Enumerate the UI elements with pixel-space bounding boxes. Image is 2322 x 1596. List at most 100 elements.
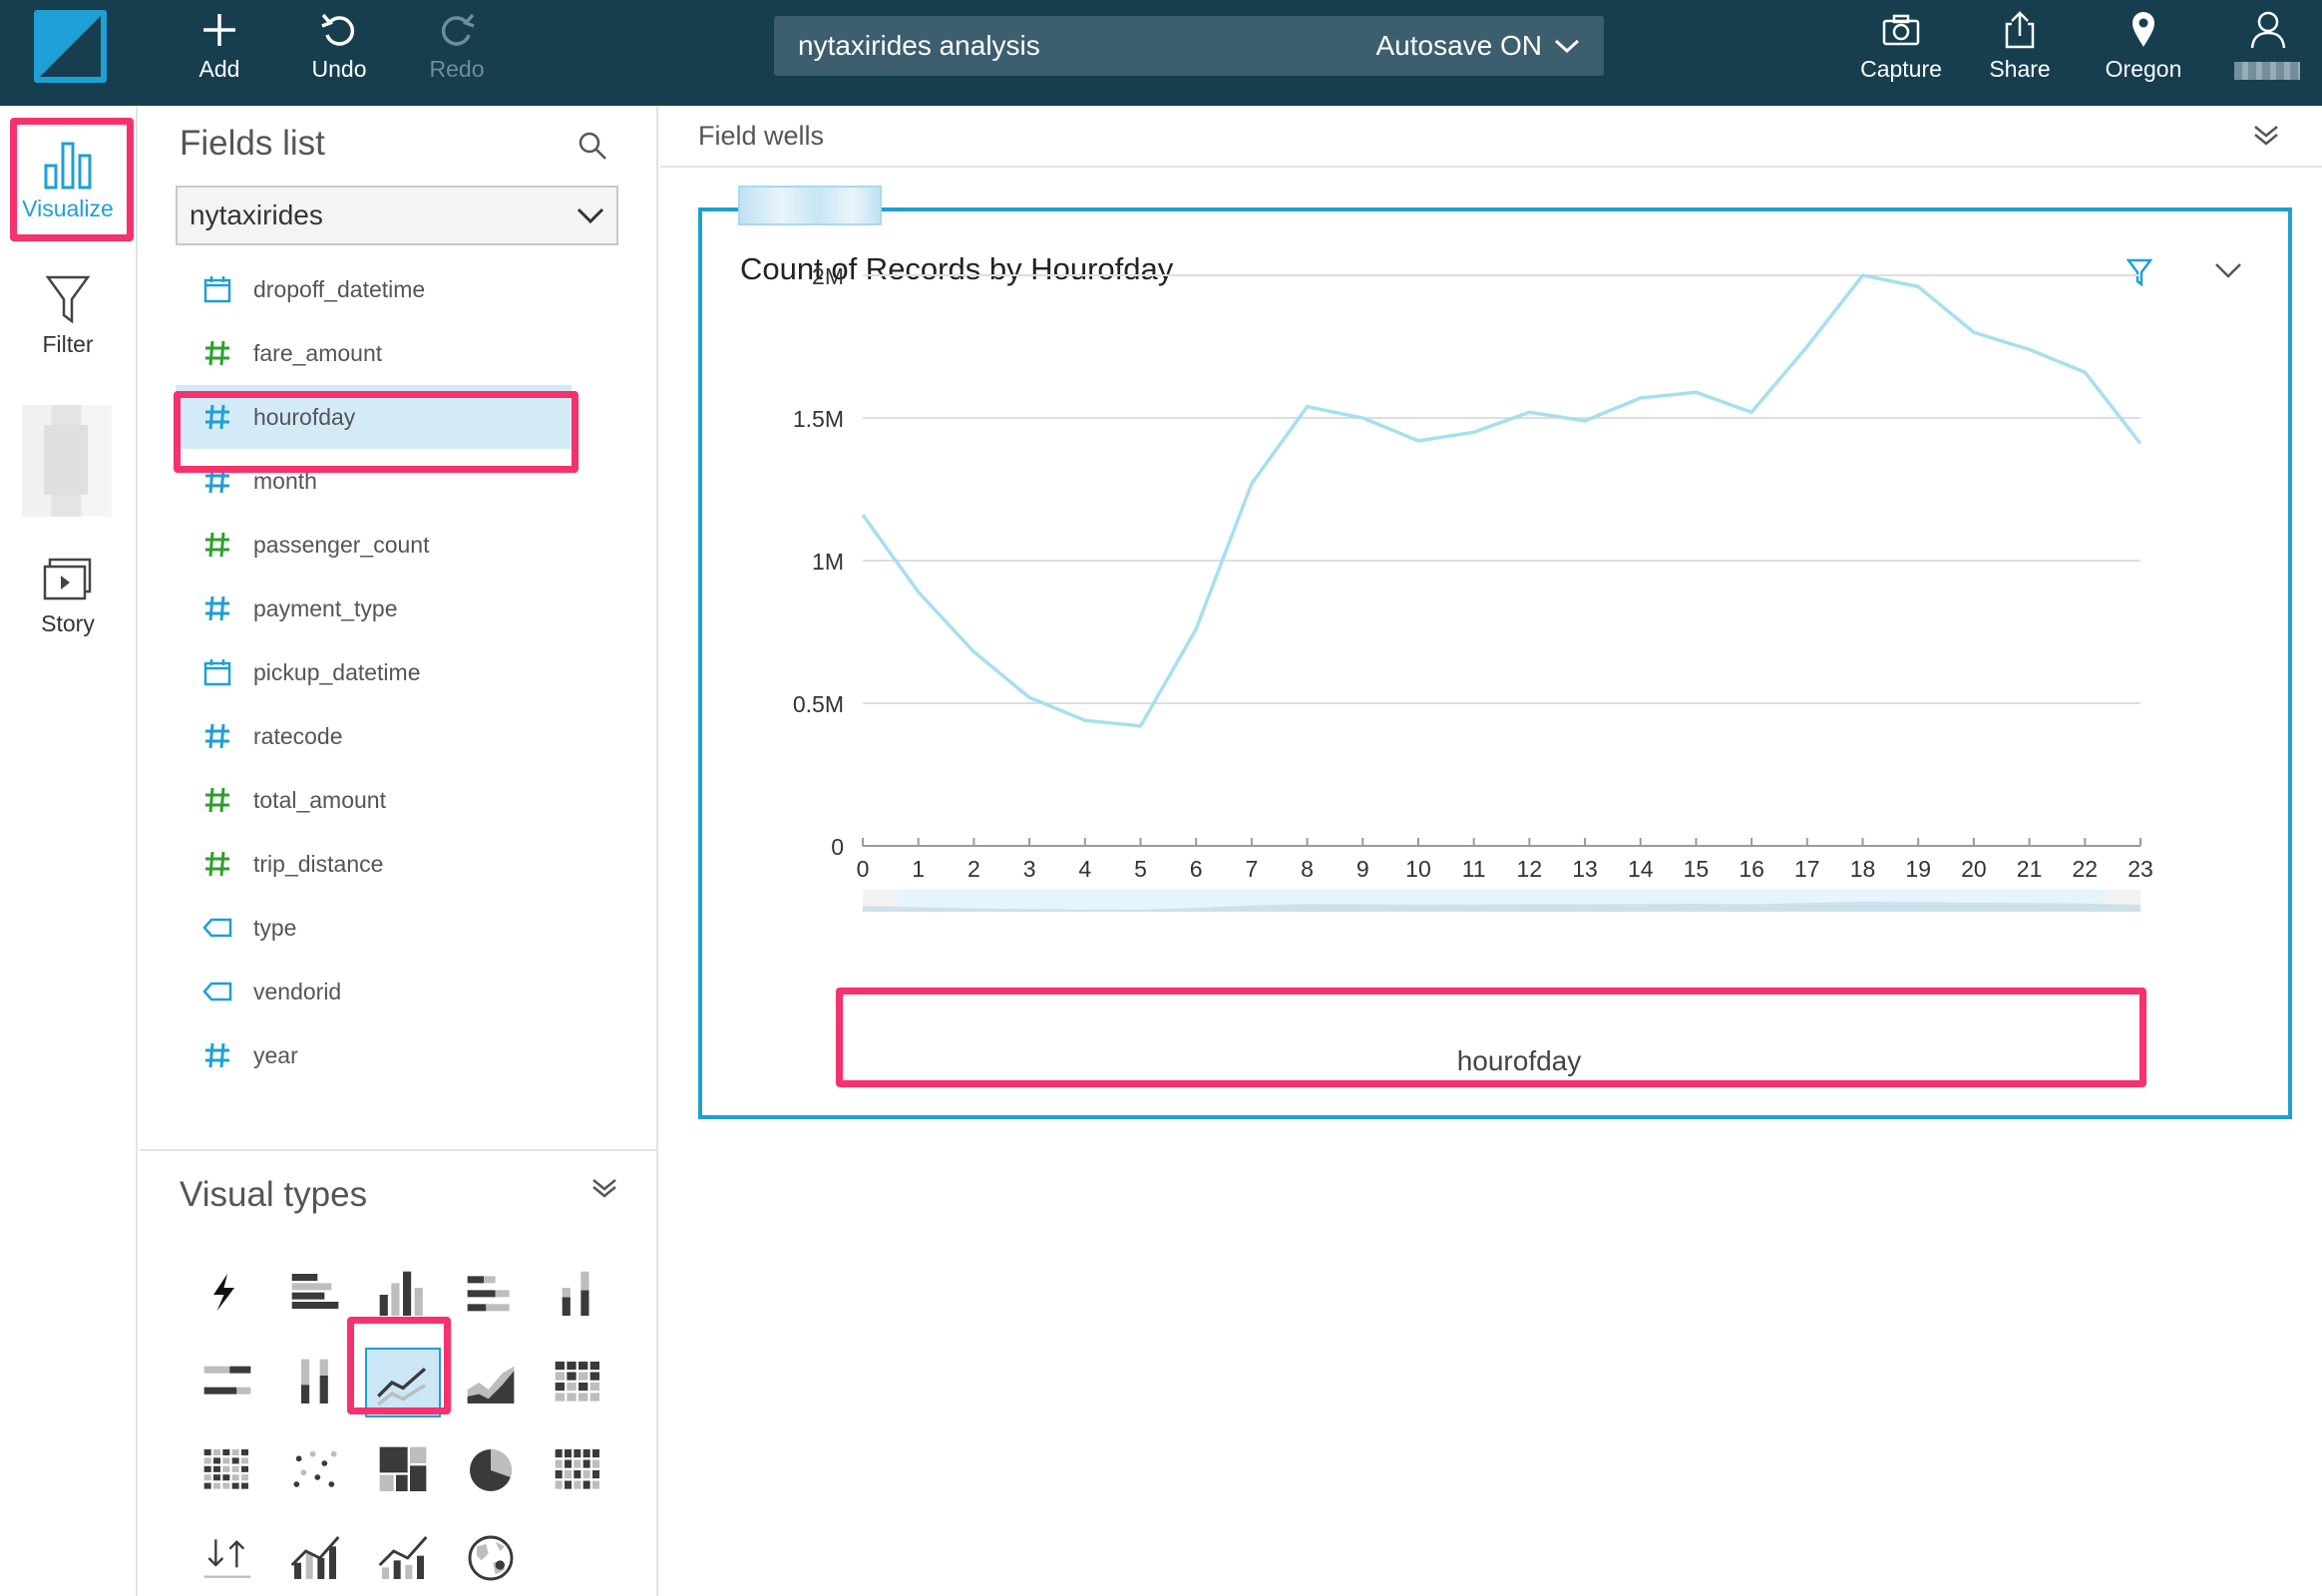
area-line-icon[interactable]: [447, 1339, 535, 1426]
hash-measure-icon: [199, 846, 235, 882]
x-tick-label: 20: [1961, 856, 1987, 882]
x-tick-label: 11: [1462, 856, 1486, 882]
heat-map-icon[interactable]: [184, 1426, 271, 1514]
redo-icon: [437, 8, 477, 52]
table-icon[interactable]: [535, 1426, 622, 1514]
hash-dimension-icon: [199, 718, 235, 754]
scatter-plot-icon[interactable]: [271, 1426, 359, 1514]
field-label: year: [253, 1041, 298, 1068]
field-item-dropoff-datetime[interactable]: dropoff_datetime: [176, 257, 575, 321]
visualize-label: Visualize: [22, 196, 114, 221]
field-item-trip-distance[interactable]: trip_distance: [176, 832, 575, 896]
analysis-title-bar[interactable]: nytaxirides analysis Autosave ON: [774, 16, 1604, 76]
x-axis-title: hourofday: [1456, 1045, 1582, 1076]
add-button[interactable]: Add: [170, 8, 269, 88]
add-label: Add: [198, 56, 240, 82]
y-tick-label: 1.5M: [793, 406, 844, 432]
visual-card[interactable]: Count of Records by Hourofday 0 0.5M 1M 1.5…: [698, 207, 2292, 1119]
location-pin-icon: [2129, 8, 2157, 52]
x-tick-label: 15: [1684, 856, 1710, 882]
field-list: dropoff_datetime fare_amount hourofday mont…: [176, 257, 575, 1087]
visual-tab-redacted: [738, 186, 882, 225]
x-tick-label: 3: [1023, 856, 1036, 882]
pivot-table-icon[interactable]: [535, 1339, 622, 1426]
field-label: month: [253, 467, 317, 494]
share-button[interactable]: Share: [1970, 8, 2070, 88]
field-item-pickup-datetime[interactable]: pickup_datetime: [176, 640, 575, 704]
horizontal-bar-icon[interactable]: [271, 1251, 359, 1339]
top-bar: Add Undo Redo nytaxirides analysis Autos…: [0, 0, 2322, 106]
field-label: trip_distance: [253, 850, 384, 877]
vertical-stacked-100-icon[interactable]: [271, 1339, 359, 1426]
autograph-icon[interactable]: [184, 1251, 271, 1339]
x-tick-label: 14: [1628, 856, 1654, 882]
story-label: Story: [41, 610, 95, 636]
geospatial-icon[interactable]: [447, 1514, 535, 1596]
field-item-total-amount[interactable]: total_amount: [176, 768, 575, 832]
quicksight-logo-icon[interactable]: [34, 10, 107, 83]
collapse-chevron-icon[interactable]: [590, 1177, 618, 1204]
line-chart-icon[interactable]: [359, 1339, 447, 1426]
vertical-stacked-bar-icon[interactable]: [535, 1251, 622, 1339]
chevron-down-icon: [1554, 39, 1580, 54]
kpi-icon[interactable]: [184, 1514, 271, 1596]
hash-dimension-icon: [199, 591, 235, 626]
autosave-label: Autosave ON: [1375, 30, 1542, 61]
pie-chart-icon[interactable]: [447, 1426, 535, 1514]
field-wells-bar[interactable]: Field wells: [660, 106, 2322, 168]
field-label: total_amount: [253, 786, 386, 813]
redo-label: Redo: [429, 56, 485, 82]
visual-types-grid: [184, 1251, 622, 1596]
y-tick-label: 0: [831, 834, 844, 860]
undo-icon: [319, 8, 359, 52]
user-name-redacted: [2234, 62, 2300, 80]
search-icon[interactable]: [577, 130, 608, 167]
field-item-fare-amount[interactable]: fare_amount: [176, 321, 575, 385]
visual-types-title: Visual types: [180, 1175, 368, 1214]
hash-measure-icon: [199, 335, 235, 371]
horizontal-stacked-100-icon[interactable]: [184, 1339, 271, 1426]
visual-types-panel: Visual types: [140, 1149, 658, 1596]
field-item-vendorid[interactable]: vendorid: [176, 960, 575, 1023]
x-tick-label: 1: [912, 856, 925, 882]
string-tag-icon: [199, 974, 235, 1009]
combo-bar-line-icon[interactable]: [271, 1514, 359, 1596]
rail-filter[interactable]: Filter: [0, 265, 136, 358]
x-tick-label: 10: [1405, 856, 1431, 882]
autosave-dropdown[interactable]: Autosave ON: [1375, 30, 1580, 62]
x-tick-label: 13: [1572, 856, 1598, 882]
hash-measure-icon: [199, 527, 235, 563]
region-label: Oregon: [2105, 56, 2182, 82]
field-label: payment_type: [253, 595, 398, 621]
hash-dimension-icon: [199, 399, 235, 435]
calendar-icon: [199, 271, 235, 307]
field-item-year[interactable]: year: [176, 1023, 575, 1087]
field-item-hourofday[interactable]: hourofday: [176, 385, 575, 449]
region-button[interactable]: Oregon: [2094, 8, 2193, 88]
capture-button[interactable]: Capture: [1851, 8, 1951, 88]
field-label: hourofday: [253, 403, 356, 430]
vertical-bar-icon[interactable]: [359, 1251, 447, 1339]
string-tag-icon: [199, 910, 235, 946]
x-tick-label: 6: [1190, 856, 1203, 882]
field-wells-label: Field wells: [698, 120, 825, 151]
horizontal-stacked-bar-icon[interactable]: [447, 1251, 535, 1339]
field-item-passenger-count[interactable]: passenger_count: [176, 513, 575, 577]
expand-chevron-icon[interactable]: [2252, 124, 2280, 148]
field-item-type[interactable]: type: [176, 896, 575, 960]
analysis-title[interactable]: nytaxirides analysis: [798, 30, 1040, 62]
rail-visualize[interactable]: Visualize: [0, 130, 136, 222]
hash-dimension-icon: [199, 463, 235, 499]
fields-list-title: Fields list: [180, 124, 325, 163]
story-icon: [42, 545, 94, 604]
dataset-select[interactable]: nytaxirides: [176, 186, 618, 245]
field-item-month[interactable]: month: [176, 449, 575, 513]
redo-button[interactable]: Redo: [407, 8, 507, 88]
tree-map-icon[interactable]: [359, 1426, 447, 1514]
undo-button[interactable]: Undo: [289, 8, 389, 88]
x-tick-label: 7: [1245, 856, 1258, 882]
rail-story[interactable]: Story: [0, 545, 136, 637]
combo-stacked-line-icon[interactable]: [359, 1514, 447, 1596]
field-item-ratecode[interactable]: ratecode: [176, 704, 575, 768]
field-item-payment-type[interactable]: payment_type: [176, 577, 575, 640]
